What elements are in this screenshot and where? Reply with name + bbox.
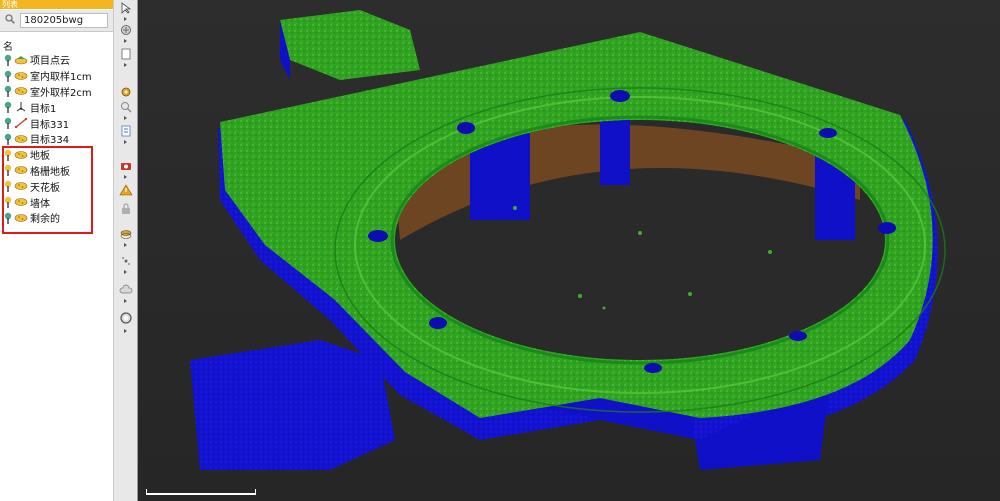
- zoom-icon[interactable]: [119, 101, 133, 113]
- floor-hole: [644, 363, 662, 373]
- cursor-icon[interactable]: [119, 2, 133, 14]
- target-icon: [16, 102, 26, 112]
- chevron-right-icon[interactable]: [124, 329, 127, 333]
- tree-item[interactable]: 目标331: [0, 115, 113, 131]
- tree-item-label: 室内取样1cm: [30, 72, 92, 84]
- tree-item[interactable]: 室外取样2cm: [0, 84, 113, 100]
- chevron-right-icon[interactable]: [124, 140, 127, 144]
- floor-hole: [819, 128, 837, 138]
- chevron-right-icon[interactable]: [124, 39, 127, 43]
- ground-point: [638, 231, 642, 235]
- chevron-right-icon[interactable]: [124, 175, 127, 179]
- floor-hole: [368, 230, 388, 242]
- tree-item-label: 室外取样2cm: [30, 87, 92, 99]
- point-cloud-icon: [14, 71, 28, 80]
- tree-item-label: 目标1: [30, 103, 57, 115]
- tree-item[interactable]: 目标1: [0, 99, 113, 115]
- floor-hole: [457, 122, 475, 134]
- 3d-viewport[interactable]: [138, 0, 1000, 501]
- annex-wall-points: [190, 340, 395, 470]
- pin-icon[interactable]: [4, 133, 12, 145]
- floor-hole: [878, 222, 896, 234]
- pan-icon[interactable]: [119, 24, 133, 36]
- tree-item-label: 目标331: [30, 119, 70, 131]
- warning-icon[interactable]: [119, 184, 133, 196]
- tree-item[interactable]: 目标334: [0, 131, 113, 147]
- page-icon[interactable]: [119, 48, 133, 60]
- cloud-icon[interactable]: [119, 284, 133, 296]
- pin-icon[interactable]: [4, 54, 12, 66]
- ground-point: [578, 294, 582, 298]
- floor-hole: [429, 317, 447, 329]
- pin-icon[interactable]: [4, 70, 12, 82]
- pin-icon[interactable]: [4, 85, 12, 98]
- pin-icon[interactable]: [4, 117, 12, 130]
- point-cloud-render: [190, 10, 946, 470]
- floor-hole: [610, 90, 630, 102]
- chevron-right-icon[interactable]: [124, 116, 127, 120]
- point-cloud-icon: [14, 87, 28, 96]
- chevron-right-icon[interactable]: [124, 243, 127, 247]
- tree-item-label: 项目点云: [30, 56, 70, 68]
- tree-item[interactable]: 室内取样1cm: [0, 68, 113, 84]
- panel-header: 列表: [0, 0, 113, 9]
- scale-bar: [146, 489, 256, 495]
- chevron-right-icon[interactable]: [124, 63, 127, 67]
- document-icon[interactable]: [119, 125, 133, 137]
- ground-point: [513, 206, 517, 210]
- stack-icon[interactable]: [119, 228, 133, 240]
- tree-item-label: 目标334: [30, 135, 70, 147]
- annotation-highlight-box: [2, 146, 93, 234]
- ground-point: [602, 306, 606, 310]
- ground-point: [768, 250, 772, 254]
- gear-icon[interactable]: [119, 86, 133, 98]
- ground-point: [688, 292, 692, 296]
- search-input[interactable]: [20, 13, 108, 28]
- point-cloud-icon: [14, 135, 28, 143]
- measure-line-icon: [14, 118, 28, 129]
- floor-hole: [789, 331, 807, 341]
- corridor-floor-points: [280, 10, 420, 80]
- tree-item[interactable]: 项目点云: [0, 52, 113, 68]
- chevron-right-icon[interactable]: [124, 17, 127, 21]
- vertical-toolbar: [113, 0, 138, 501]
- lock-icon[interactable]: [119, 203, 133, 215]
- project-panel: 列表 名 项目点云 室内取样1cm 室外取样2cm 目标1: [0, 0, 113, 501]
- sphere-icon[interactable]: [119, 312, 133, 324]
- project-cloud-icon: [14, 55, 28, 65]
- camera-icon[interactable]: [119, 160, 133, 172]
- chevron-right-icon[interactable]: [124, 299, 127, 303]
- pin-icon[interactable]: [4, 101, 12, 114]
- search-bar: [0, 10, 113, 32]
- search-icon[interactable]: [5, 14, 15, 24]
- chevron-right-icon[interactable]: [124, 270, 127, 274]
- name-column-header: 名: [3, 42, 13, 53]
- snap-icon[interactable]: [119, 255, 133, 267]
